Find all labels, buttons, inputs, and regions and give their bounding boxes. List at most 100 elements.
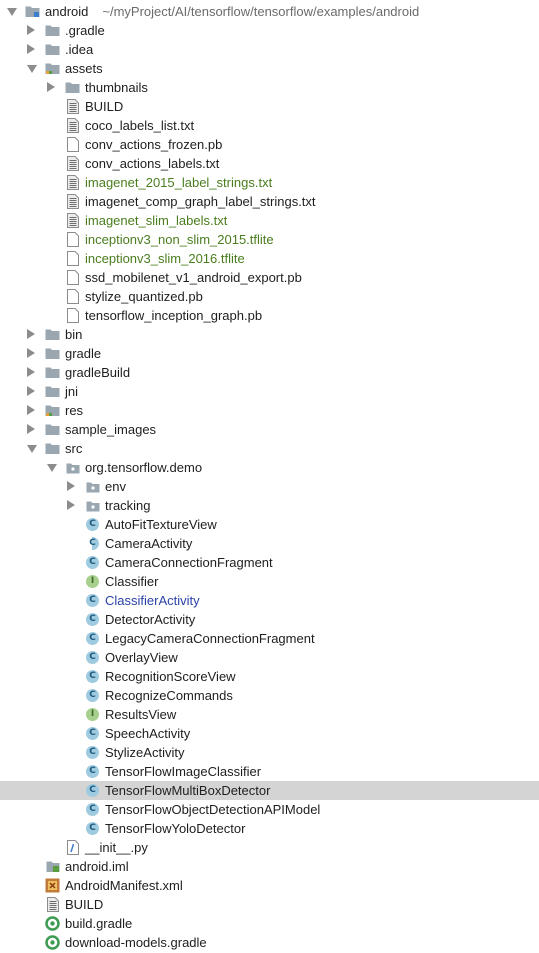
tree-row-idea[interactable]: .idea <box>0 40 539 59</box>
tree-row-build[interactable]: BUILD <box>0 895 539 914</box>
project-tree: android ~/myProject/AI/tensorflow/tensorf… <box>0 0 539 953</box>
tree-row-tensorflow-inception-graph-pb[interactable]: tensorflow_inception_graph.pb <box>0 306 539 325</box>
tree-row-jni[interactable]: jni <box>0 382 539 401</box>
tree-row-env[interactable]: env <box>0 477 539 496</box>
expand-arrow-closed-icon[interactable] <box>27 329 35 339</box>
expand-arrow-closed-icon[interactable] <box>47 82 55 92</box>
tree-row-label: BUILD <box>65 897 104 912</box>
folder-icon <box>45 441 60 456</box>
tree-row-inceptionv3-non-slim-2015-tflite[interactable]: inceptionv3_non_slim_2015.tflite <box>0 230 539 249</box>
expand-arrow-closed-icon[interactable] <box>27 44 35 54</box>
expand-arrow-closed-icon[interactable] <box>27 405 35 415</box>
tree-row-classifieractivity[interactable]: C ClassifierActivity <box>0 591 539 610</box>
gradle-file-icon <box>45 935 60 950</box>
expand-arrow-closed-icon[interactable] <box>67 500 75 510</box>
tree-row-label: bin <box>65 327 83 342</box>
expand-arrow-open-icon[interactable] <box>27 65 37 73</box>
tree-row-label: env <box>105 479 126 494</box>
tree-row-inceptionv3-slim-2016-tflite[interactable]: inceptionv3_slim_2016.tflite <box>0 249 539 268</box>
expand-arrow-closed-icon[interactable] <box>67 481 75 491</box>
tree-row-label: coco_labels_list.txt <box>85 118 195 133</box>
tree-row-coco-labels-list-txt[interactable]: coco_labels_list.txt <box>0 116 539 135</box>
tree-row-recognizecommands[interactable]: C RecognizeCommands <box>0 686 539 705</box>
tree-row-legacycameraconnectionfragment[interactable]: C LegacyCameraConnectionFragment <box>0 629 539 648</box>
tree-row-detectoractivity[interactable]: C DetectorActivity <box>0 610 539 629</box>
tree-row-autofittextureview[interactable]: C AutoFitTextureView <box>0 515 539 534</box>
tree-row-org-tensorflow-demo[interactable]: org.tensorflow.demo <box>0 458 539 477</box>
expand-arrow-closed-icon[interactable] <box>27 25 35 35</box>
tree-row-bin[interactable]: bin <box>0 325 539 344</box>
text-file-icon <box>65 213 80 228</box>
tree-row-assets[interactable]: assets <box>0 59 539 78</box>
tree-row-conv-actions-labels-txt[interactable]: conv_actions_labels.txt <box>0 154 539 173</box>
expand-arrow-closed-icon[interactable] <box>27 424 35 434</box>
expand-arrow-closed-icon[interactable] <box>27 348 35 358</box>
tree-row-gradle[interactable]: .gradle <box>0 21 539 40</box>
tree-row-recognitionscoreview[interactable]: C RecognitionScoreView <box>0 667 539 686</box>
expand-arrow-open-icon[interactable] <box>7 8 17 16</box>
tree-row-label: RecognizeCommands <box>105 688 233 703</box>
class-icon: C <box>85 783 100 798</box>
tree-row-label: inceptionv3_slim_2016.tflite <box>85 251 245 266</box>
tree-row-conv-actions-frozen-pb[interactable]: conv_actions_frozen.pb <box>0 135 539 154</box>
tree-row-cameraactivity[interactable]: C CameraActivity <box>0 534 539 553</box>
tree-row-stylizeactivity[interactable]: C StylizeActivity <box>0 743 539 762</box>
tree-row-imagenet-slim-labels-txt[interactable]: imagenet_slim_labels.txt <box>0 211 539 230</box>
tree-row-build[interactable]: BUILD <box>0 97 539 116</box>
tree-row-gradlebuild[interactable]: gradleBuild <box>0 363 539 382</box>
xml-file-icon <box>45 878 60 893</box>
tree-row-res[interactable]: res <box>0 401 539 420</box>
tree-row-label: tracking <box>105 498 151 513</box>
tree-row-ssd-mobilenet-v1-android-export-pb[interactable]: ssd_mobilenet_v1_android_export.pb <box>0 268 539 287</box>
tree-row-label: build.gradle <box>65 916 133 931</box>
class-icon: C <box>85 631 100 646</box>
expand-arrow-open-icon[interactable] <box>27 445 37 453</box>
expand-arrow-closed-icon[interactable] <box>27 367 35 377</box>
tree-row-src[interactable]: src <box>0 439 539 458</box>
tree-row-label: OverlayView <box>105 650 178 665</box>
tree-row-tensorflowobjectdetectionapimodel[interactable]: C TensorFlowObjectDetectionAPIModel <box>0 800 539 819</box>
text-file-icon <box>65 99 80 114</box>
tree-row-tensorflowyolodetector[interactable]: C TensorFlowYoloDetector <box>0 819 539 838</box>
tree-row-android[interactable]: android ~/myProject/AI/tensorflow/tensorf… <box>0 2 539 21</box>
class-icon: C <box>85 745 100 760</box>
text-file-icon <box>65 175 80 190</box>
class-icon: C <box>85 612 100 627</box>
tree-row-tensorflowmultiboxdetector[interactable]: C TensorFlowMultiBoxDetector <box>0 781 539 800</box>
tree-row-download-models-gradle[interactable]: download-models.gradle <box>0 933 539 952</box>
tree-row-label: StylizeActivity <box>105 745 185 760</box>
tree-row-speechactivity[interactable]: C SpeechActivity <box>0 724 539 743</box>
folder-icon <box>45 384 60 399</box>
tree-row-build-gradle[interactable]: build.gradle <box>0 914 539 933</box>
tree-row-tensorflowimageclassifier[interactable]: C TensorFlowImageClassifier <box>0 762 539 781</box>
tree-row-label: LegacyCameraConnectionFragment <box>105 631 315 646</box>
tree-row-sample-images[interactable]: sample_images <box>0 420 539 439</box>
expand-arrow-closed-icon[interactable] <box>27 386 35 396</box>
tree-row-label: .gradle <box>65 23 105 38</box>
class-icon: C <box>85 726 100 741</box>
tree-row-tracking[interactable]: tracking <box>0 496 539 515</box>
tree-row-classifier[interactable]: I Classifier <box>0 572 539 591</box>
tree-row-stylize-quantized-pb[interactable]: stylize_quantized.pb <box>0 287 539 306</box>
tree-row-init-py[interactable]: __init__.py <box>0 838 539 857</box>
class-icon: C <box>85 821 100 836</box>
tree-row-gradle[interactable]: gradle <box>0 344 539 363</box>
tree-row-resultsview[interactable]: I ResultsView <box>0 705 539 724</box>
folder-icon <box>45 365 60 380</box>
tree-row-android-iml[interactable]: android.iml <box>0 857 539 876</box>
tree-row-imagenet-2015-label-strings-txt[interactable]: imagenet_2015_label_strings.txt <box>0 173 539 192</box>
tree-row-label: android ~/myProject/AI/tensorflow/tensorf… <box>45 4 420 19</box>
tree-row-imagenet-comp-graph-label-strings-txt[interactable]: imagenet_comp_graph_label_strings.txt <box>0 192 539 211</box>
iml-file-icon <box>45 859 60 874</box>
tree-row-androidmanifest-xml[interactable]: AndroidManifest.xml <box>0 876 539 895</box>
tree-row-label: sample_images <box>65 422 157 437</box>
text-file-icon <box>65 194 80 209</box>
tree-row-cameraconnectionfragment[interactable]: C CameraConnectionFragment <box>0 553 539 572</box>
folder-resources-icon <box>45 403 60 418</box>
tree-row-overlayview[interactable]: C OverlayView <box>0 648 539 667</box>
tree-row-thumbnails[interactable]: thumbnails <box>0 78 539 97</box>
expand-arrow-open-icon[interactable] <box>47 464 57 472</box>
blank-file-icon <box>65 270 80 285</box>
tree-row-label: AutoFitTextureView <box>105 517 217 532</box>
tree-row-label: RecognitionScoreView <box>105 669 236 684</box>
